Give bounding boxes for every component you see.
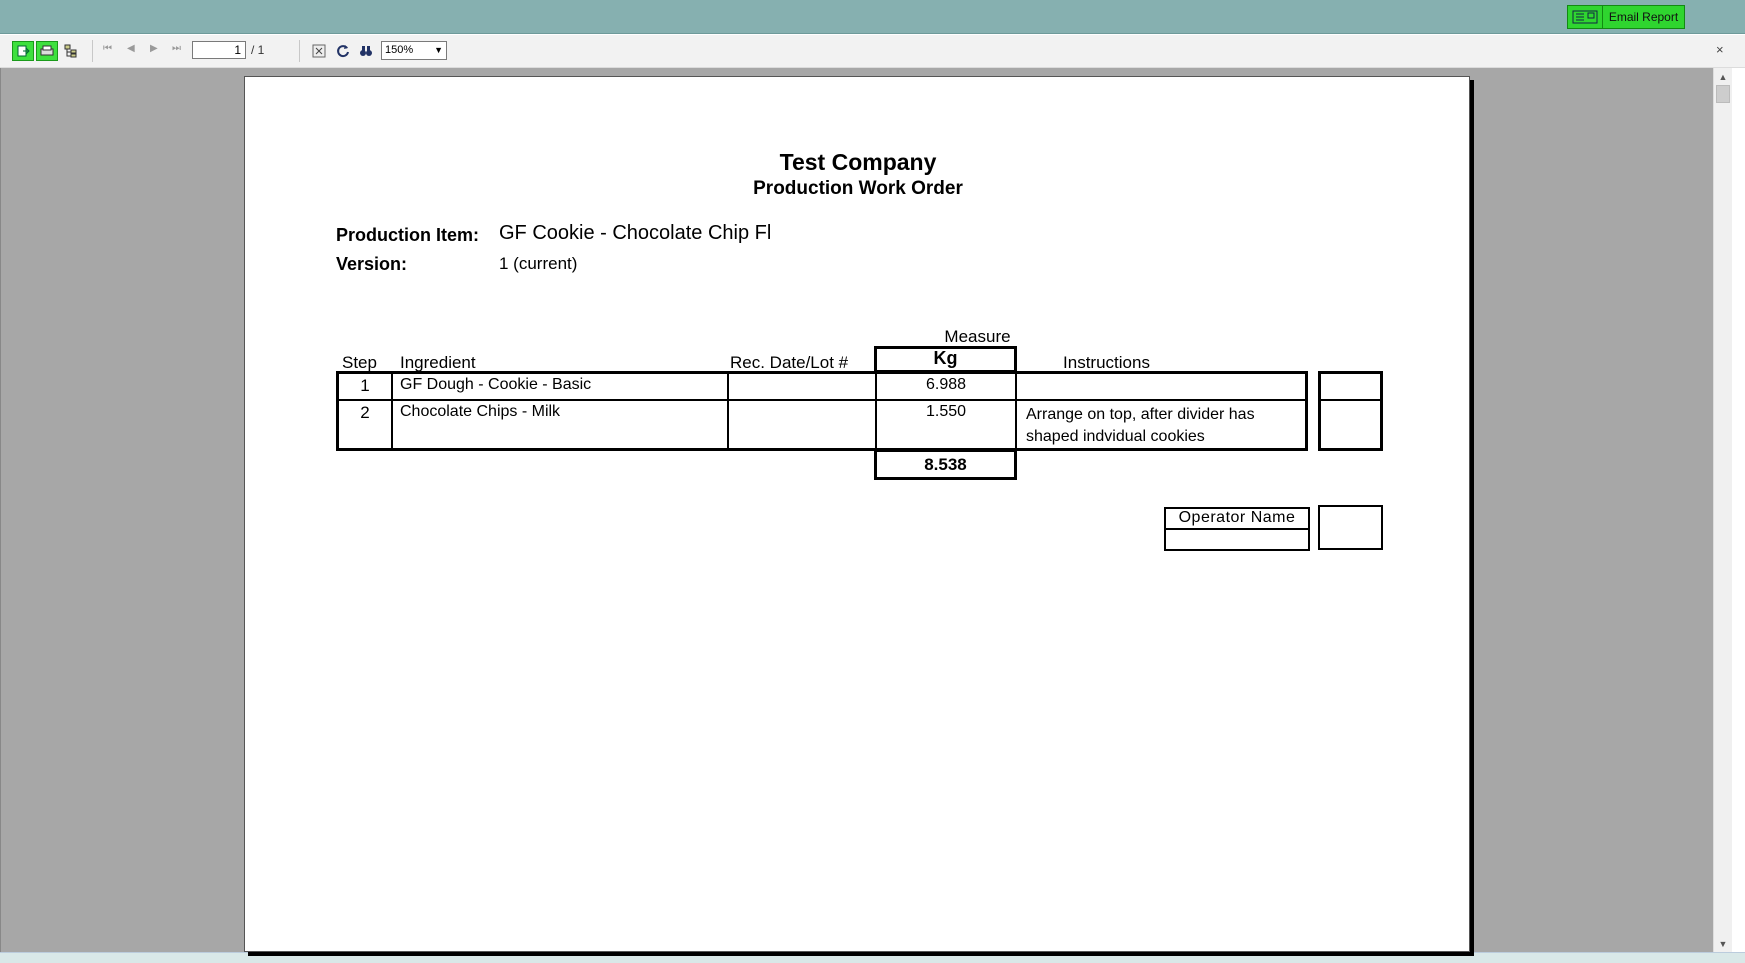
row1-ingredient: GF Dough - Cookie - Basic bbox=[400, 376, 592, 393]
production-item-value: GF Cookie - Chocolate Chip Fl bbox=[499, 222, 772, 244]
operator-label: Operator Name bbox=[1178, 509, 1296, 526]
toolbar-separator bbox=[299, 40, 300, 62]
title-bar: Email Report bbox=[0, 0, 1745, 34]
close-icon[interactable]: × bbox=[1716, 42, 1724, 57]
col-divider bbox=[1015, 373, 1017, 449]
first-page-icon[interactable]: ⏮ bbox=[103, 43, 112, 54]
page-number-input[interactable]: 1 bbox=[192, 41, 246, 59]
vertical-scrollbar[interactable]: ▲ ▼ bbox=[1713, 68, 1732, 952]
scroll-up-icon[interactable]: ▲ bbox=[1714, 68, 1732, 85]
print-icon[interactable] bbox=[36, 41, 58, 61]
col-header-measure: Measure bbox=[944, 327, 1011, 346]
envelope-icon[interactable] bbox=[1567, 5, 1603, 29]
unit-header: Kg bbox=[933, 348, 958, 368]
row2-instructions-line2: shaped indvidual cookies bbox=[1026, 428, 1205, 445]
email-report-button[interactable]: Email Report bbox=[1603, 5, 1685, 29]
production-item-label: Production Item: bbox=[336, 225, 479, 245]
zoom-select[interactable]: 150% ▼ bbox=[381, 41, 447, 60]
right-edge bbox=[1732, 68, 1745, 952]
prev-page-icon[interactable]: ◀ bbox=[127, 43, 135, 54]
scroll-thumb[interactable] bbox=[1716, 85, 1730, 103]
col-header-instructions: Instructions bbox=[1063, 353, 1150, 372]
group-tree-icon[interactable] bbox=[60, 41, 82, 61]
col-header-step: Step bbox=[342, 353, 377, 372]
next-page-icon[interactable]: ▶ bbox=[150, 43, 158, 54]
report-title: Production Work Order bbox=[753, 178, 963, 199]
col-divider bbox=[391, 373, 393, 449]
chevron-down-icon: ▼ bbox=[434, 45, 443, 55]
col-header-ingredient: Ingredient bbox=[400, 353, 476, 372]
scroll-down-icon[interactable]: ▼ bbox=[1714, 935, 1732, 952]
refresh-icon[interactable] bbox=[332, 41, 354, 61]
report-page: Test Company Production Work Order Produ… bbox=[244, 76, 1470, 952]
version-label: Version: bbox=[336, 254, 408, 274]
row2-measure: 1.550 bbox=[925, 403, 967, 420]
row1-measure: 6.988 bbox=[925, 376, 967, 393]
last-page-icon[interactable]: ⏭ bbox=[172, 43, 181, 54]
zoom-value: 150% bbox=[385, 44, 414, 56]
email-report-group: Email Report bbox=[1567, 5, 1685, 31]
operator-divider bbox=[1166, 528, 1308, 530]
page-total: / 1 bbox=[251, 43, 265, 57]
export-icon[interactable] bbox=[12, 41, 34, 61]
total-value: 8.538 bbox=[924, 455, 967, 474]
status-strip bbox=[0, 952, 1745, 963]
checkbox-divider bbox=[1320, 399, 1381, 401]
company-name: Test Company bbox=[779, 149, 937, 175]
row-divider bbox=[338, 399, 1306, 401]
col-divider bbox=[727, 373, 729, 449]
col-header-rec-date: Rec. Date/Lot # bbox=[730, 353, 849, 372]
checkbox-column bbox=[1318, 371, 1383, 451]
row1-step: 1 bbox=[360, 376, 370, 395]
binoculars-icon[interactable] bbox=[355, 41, 377, 61]
report-toolbar: ⏮ ◀ ▶ ⏭ 1 / 1 150% ▼ × bbox=[0, 35, 1745, 68]
toolbar-separator bbox=[92, 40, 93, 62]
stop-icon[interactable] bbox=[308, 41, 330, 61]
row2-ingredient: Chocolate Chips - Milk bbox=[400, 403, 561, 420]
row2-instructions-line1: Arrange on top, after divider has bbox=[1026, 406, 1255, 423]
operator-signature-box bbox=[1318, 505, 1383, 550]
row2-step: 2 bbox=[360, 403, 370, 422]
version-value: 1 (current) bbox=[499, 254, 578, 273]
